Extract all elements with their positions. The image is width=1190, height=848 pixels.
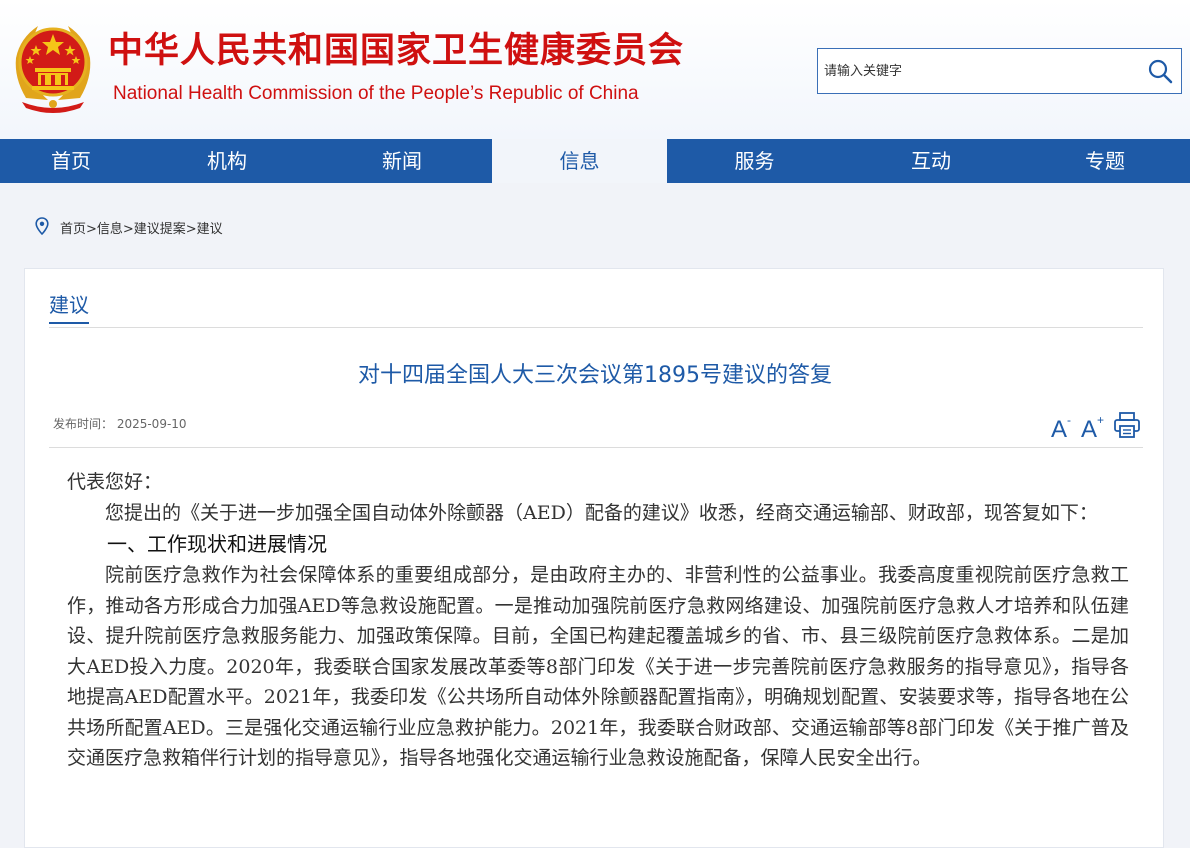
print-icon[interactable] (1113, 411, 1141, 439)
main-nav: 首页 机构 新闻 信息 服务 互动 专题 (0, 139, 1190, 183)
nav-item-news[interactable]: 新闻 (312, 139, 492, 183)
site-title: 中华人民共和国国家卫生健康委员会 (108, 31, 685, 71)
nav-item-topics[interactable]: 专题 (1020, 139, 1190, 183)
font-increase-button[interactable]: A+ (1081, 409, 1104, 445)
search-input[interactable] (824, 49, 1134, 93)
search-box (817, 48, 1182, 94)
search-icon[interactable] (1147, 58, 1173, 84)
section-heading: 一、工作现状和进展情况 (107, 532, 327, 556)
nav-item-information[interactable]: 信息 (492, 139, 667, 183)
article-body: 代表您好： 您提出的《关于进一步加强全国自动体外除颤器（AED）配备的建议》收悉… (67, 467, 1129, 774)
nav-item-interaction[interactable]: 互动 (842, 139, 1020, 183)
location-pin-icon (35, 217, 49, 235)
nav-item-services[interactable]: 服务 (667, 139, 842, 183)
meta-divider (49, 447, 1143, 448)
font-decrease-button[interactable]: A- (1051, 409, 1071, 445)
article-panel: 建议 对十四届全国人大三次会议第1895号建议的答复 发布时间： 2025-09… (24, 268, 1164, 848)
body-paragraph: 院前医疗急救作为社会保障体系的重要组成部分，是由政府主办的、非营利性的公益事业。… (67, 564, 1129, 769)
breadcrumb-links[interactable]: 首页>信息>建议提案>建议 (60, 218, 223, 237)
intro-paragraph: 您提出的《关于进一步加强全国自动体外除颤器（AED）配备的建议》收悉，经商交通运… (105, 501, 1098, 524)
publish-date: 发布时间： 2025-09-10 (53, 417, 187, 431)
article-title: 对十四届全国人大三次会议第1895号建议的答复 (358, 363, 832, 388)
section-divider (49, 327, 1143, 328)
nav-item-home[interactable]: 首页 (0, 139, 142, 183)
site-subtitle: National Health Commission of the People… (113, 83, 639, 104)
greeting: 代表您好： (67, 471, 163, 493)
article-tools: A- A+ (1051, 409, 1145, 443)
site-header: 中华人民共和国国家卫生健康委员会 National Health Commiss… (0, 0, 1190, 139)
nav-item-organization[interactable]: 机构 (142, 139, 312, 183)
national-emblem-icon (15, 26, 91, 113)
section-tab-underline (49, 322, 89, 324)
section-tab[interactable]: 建议 (49, 295, 89, 315)
